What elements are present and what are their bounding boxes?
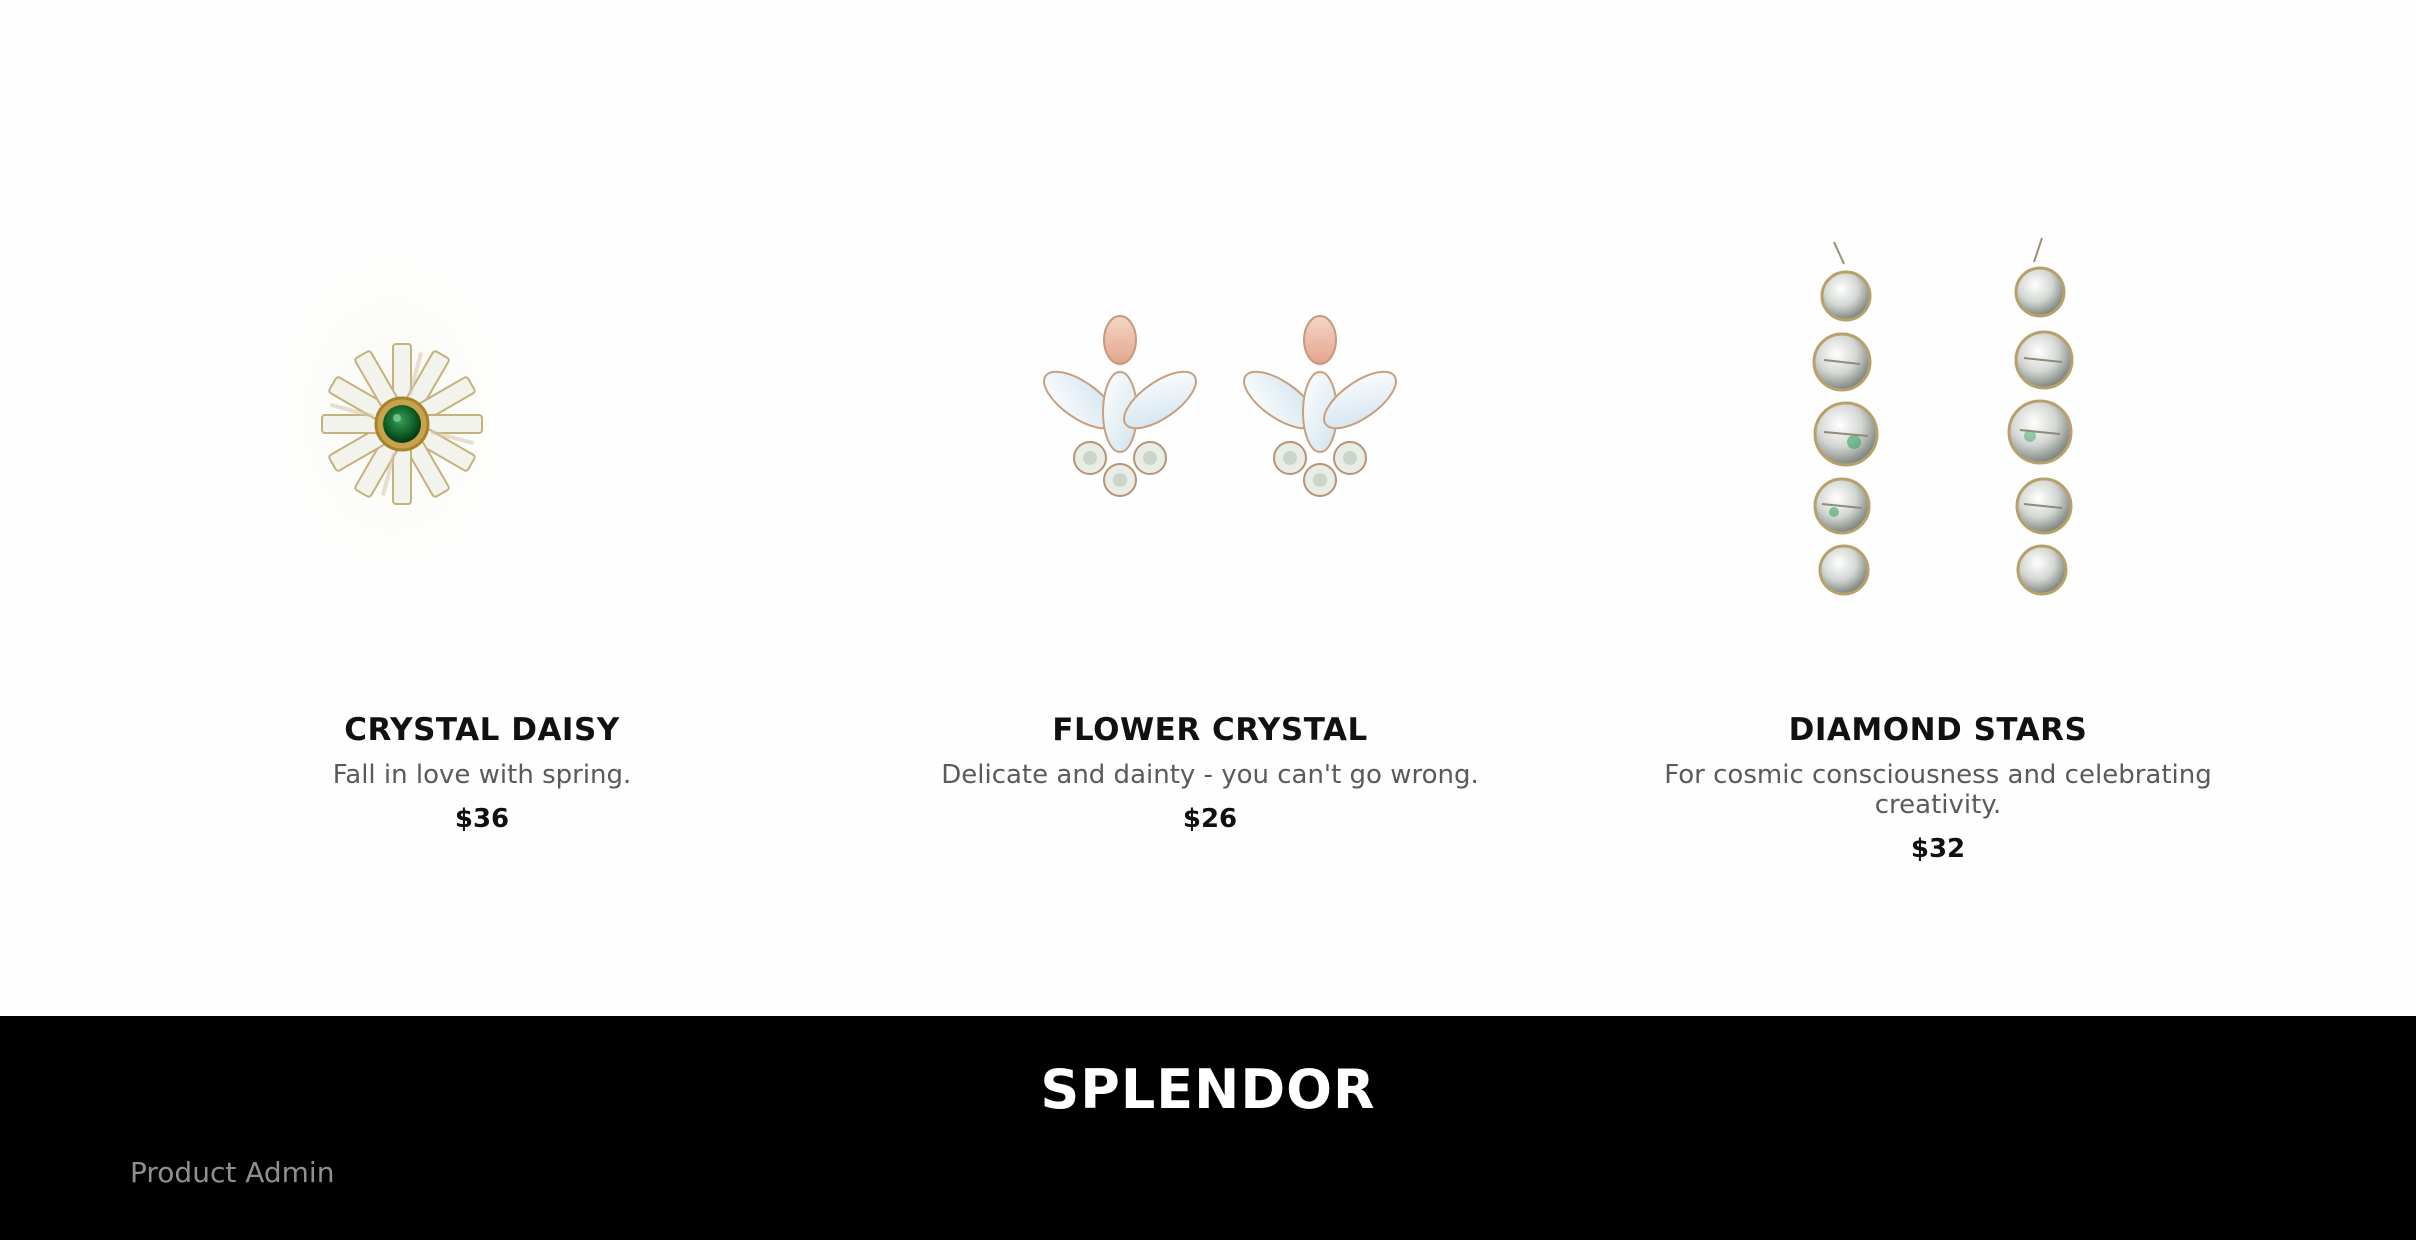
product-card-flower-crystal[interactable]: FLOWER CRYSTAL Delicate and dainty - you… bbox=[846, 0, 1574, 1016]
crystal-daisy-earring-photo[interactable] bbox=[182, 200, 782, 640]
product-description: Delicate and dainty - you can't go wrong… bbox=[941, 760, 1479, 790]
diamond-stars-earrings-photo[interactable] bbox=[1638, 200, 2238, 640]
brand-logo-text[interactable]: SPLENDOR bbox=[0, 1058, 2416, 1121]
product-price: $32 bbox=[1910, 834, 1966, 864]
product-admin-link[interactable]: Product Admin bbox=[130, 1156, 334, 1189]
product-price: $36 bbox=[454, 804, 510, 834]
product-description: For cosmic consciousness and celebrating… bbox=[1664, 760, 2212, 820]
product-title[interactable]: FLOWER CRYSTAL bbox=[846, 712, 1574, 748]
product-title[interactable]: CRYSTAL DAISY bbox=[118, 712, 846, 748]
product-card-diamond-stars[interactable]: DIAMOND STARS For cosmic consciousness a… bbox=[1574, 0, 2302, 1016]
product-card-crystal-daisy[interactable]: CRYSTAL DAISY Fall in love with spring. … bbox=[118, 0, 846, 1016]
flower-crystal-earrings-photo[interactable] bbox=[910, 200, 1510, 640]
product-description: Fall in love with spring. bbox=[332, 760, 632, 790]
product-grid: CRYSTAL DAISY Fall in love with spring. … bbox=[0, 0, 2416, 1016]
storefront-page: CRYSTAL DAISY Fall in love with spring. … bbox=[0, 0, 2416, 1240]
site-footer: SPLENDOR Product Admin bbox=[0, 1016, 2416, 1240]
product-price: $26 bbox=[1182, 804, 1238, 834]
product-title[interactable]: DIAMOND STARS bbox=[1574, 712, 2302, 748]
